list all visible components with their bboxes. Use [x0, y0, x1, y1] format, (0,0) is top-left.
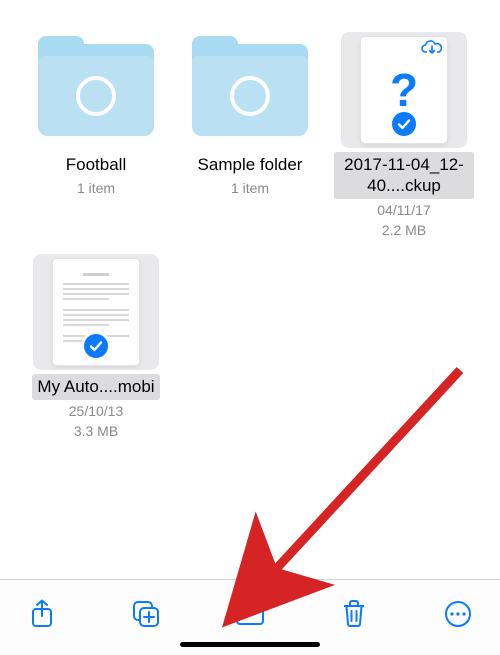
grid-item[interactable]: My Auto....mobi 25/10/13 3.3 MB	[26, 254, 166, 441]
grid-item[interactable]: Football 1 item	[26, 32, 166, 198]
item-size: 2.2 MB	[382, 221, 426, 240]
home-indicator	[180, 642, 320, 647]
more-button[interactable]	[436, 592, 480, 636]
item-size: 3.3 MB	[74, 422, 118, 441]
thumbnail	[33, 254, 159, 370]
item-date: 25/10/13	[69, 402, 124, 421]
item-subtitle: 1 item	[231, 179, 269, 198]
cloud-download-icon	[421, 39, 443, 60]
duplicate-icon	[131, 599, 161, 629]
item-date: 04/11/17	[377, 201, 430, 220]
item-name: My Auto....mobi	[32, 374, 159, 399]
item-name: Football	[61, 152, 131, 177]
delete-button[interactable]	[332, 592, 376, 636]
item-name: 2017-11-04_12-40....ckup	[334, 152, 474, 199]
more-icon	[443, 599, 473, 629]
thumbnail	[33, 32, 159, 148]
item-name: Sample folder	[193, 152, 308, 177]
trash-icon	[341, 599, 367, 629]
folder-icon	[234, 601, 266, 627]
move-button[interactable]	[228, 592, 272, 636]
grid-item[interactable]: ? 2017-11-04_12-40....ckup 04/11/17 2.2 …	[334, 32, 474, 240]
item-subtitle: 1 item	[77, 179, 115, 198]
folder-icon	[38, 44, 154, 136]
file-grid: Football 1 item Sample folder 1 item ?	[0, 0, 500, 441]
unknown-file-icon: ?	[361, 37, 447, 143]
action-toolbar	[0, 579, 500, 655]
grid-item[interactable]: Sample folder 1 item	[180, 32, 320, 198]
thumbnail: ?	[341, 32, 467, 148]
thumbnail	[187, 32, 313, 148]
share-icon	[29, 599, 55, 629]
folder-icon	[192, 44, 308, 136]
share-button[interactable]	[20, 592, 64, 636]
duplicate-button[interactable]	[124, 592, 168, 636]
document-icon	[53, 259, 139, 365]
selection-checkmark-icon	[389, 109, 419, 139]
selection-checkmark-icon	[81, 331, 111, 361]
